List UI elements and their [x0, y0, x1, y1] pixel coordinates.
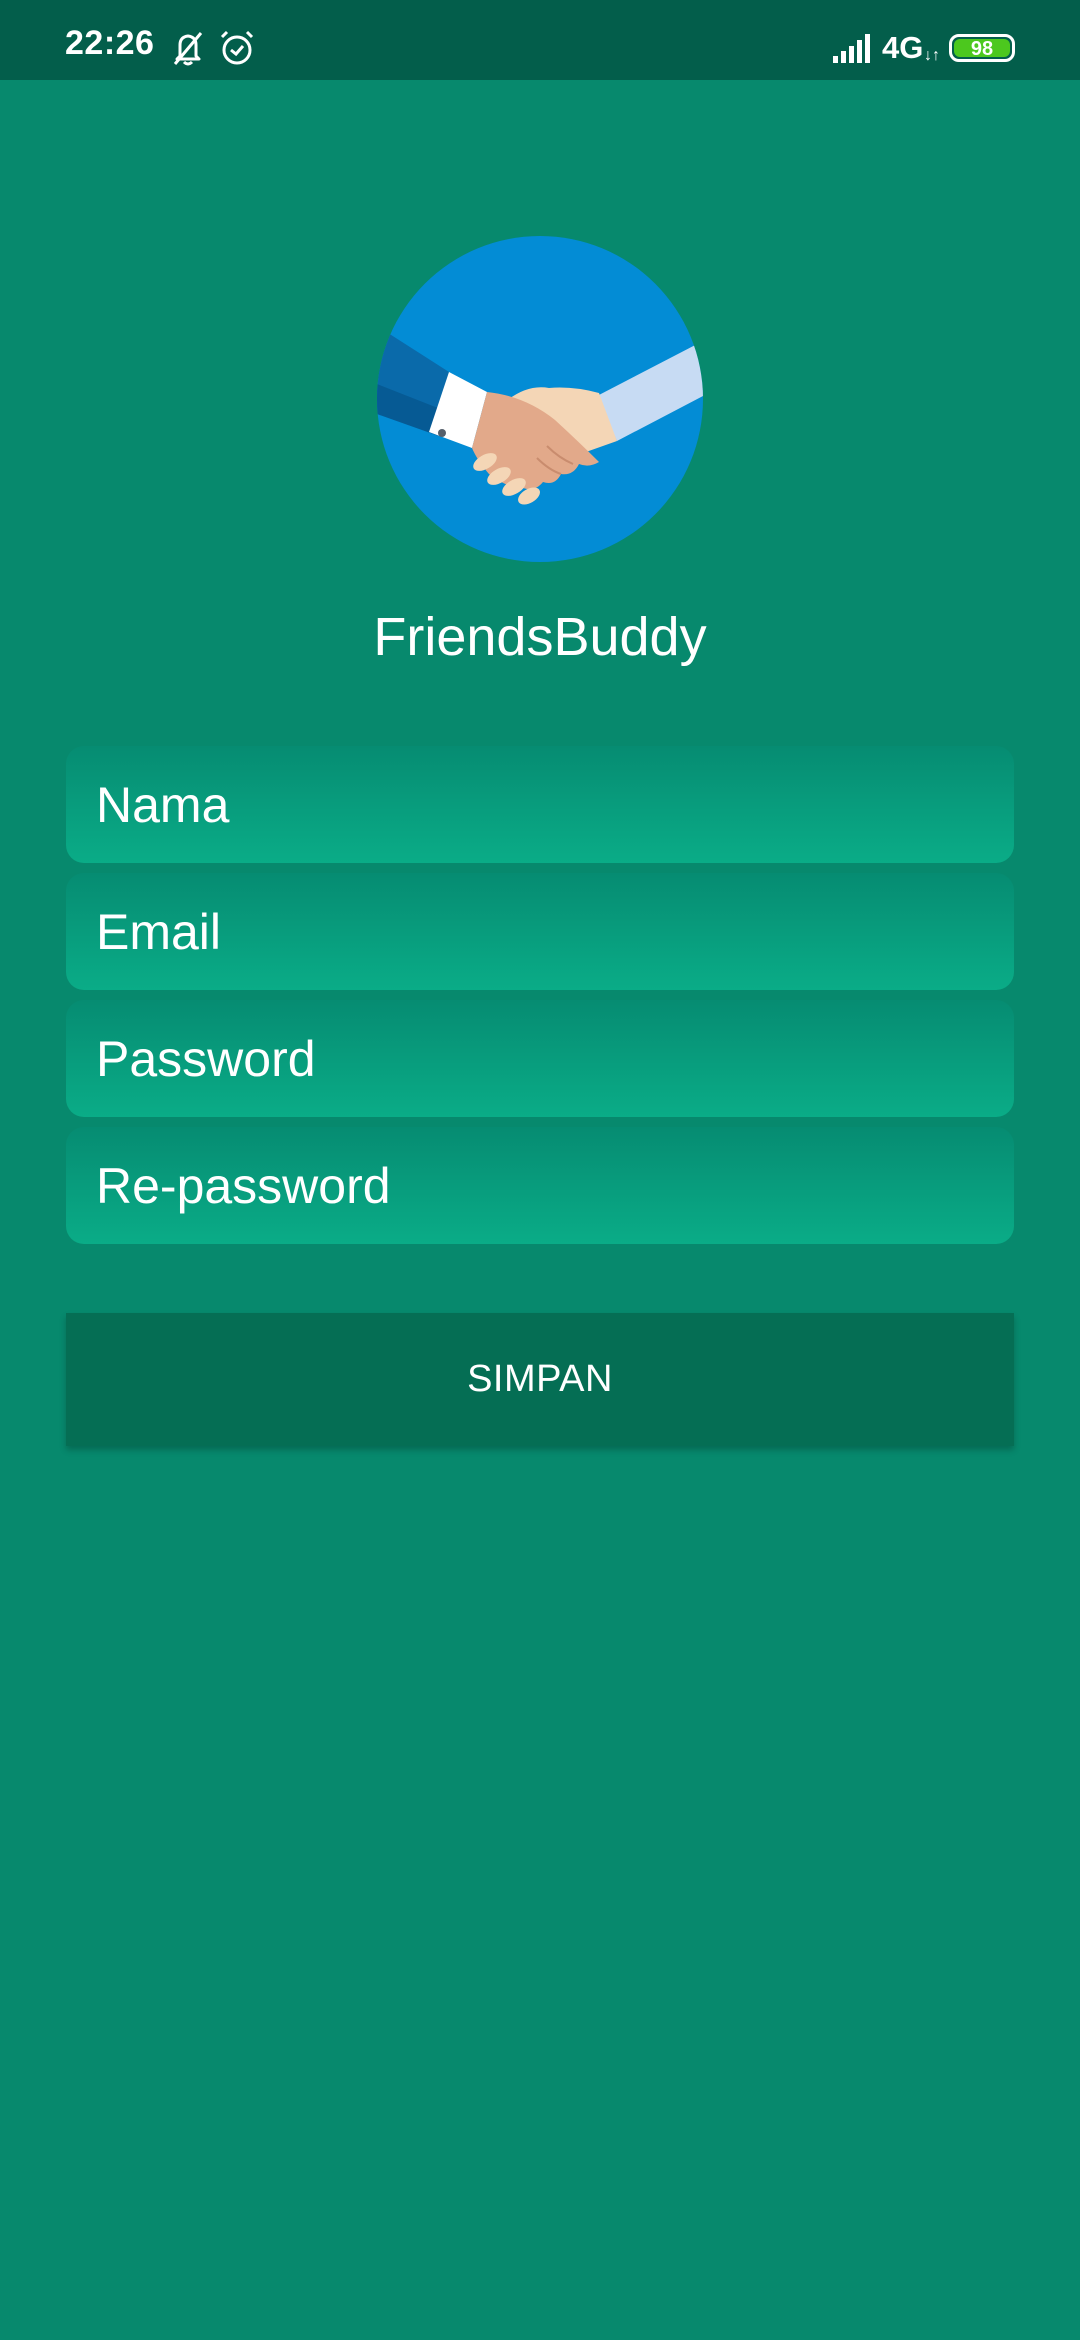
email-field[interactable]	[66, 873, 1014, 990]
network-activity-icon: ↓↑	[924, 47, 940, 64]
app-name: FriendsBuddy	[373, 607, 707, 667]
save-button[interactable]: SIMPAN	[66, 1313, 1014, 1446]
handshake-icon	[377, 236, 703, 562]
bell-off-icon	[168, 28, 208, 68]
repassword-input[interactable]	[96, 1127, 984, 1244]
signal-icon	[832, 32, 872, 72]
email-input[interactable]	[96, 873, 984, 990]
password-input[interactable]	[96, 1000, 984, 1117]
status-time: 22:26	[65, 24, 155, 62]
status-bar: 22:26 4G ↓↑ 98	[0, 0, 1080, 80]
name-field[interactable]	[66, 746, 1014, 863]
battery-icon: 98	[949, 34, 1015, 62]
battery-level: 98	[954, 39, 1010, 59]
alarm-icon	[217, 28, 257, 68]
password-field[interactable]	[66, 1000, 1014, 1117]
repassword-field[interactable]	[66, 1127, 1014, 1244]
network-type: 4G	[882, 30, 924, 65]
name-input[interactable]	[96, 746, 984, 863]
